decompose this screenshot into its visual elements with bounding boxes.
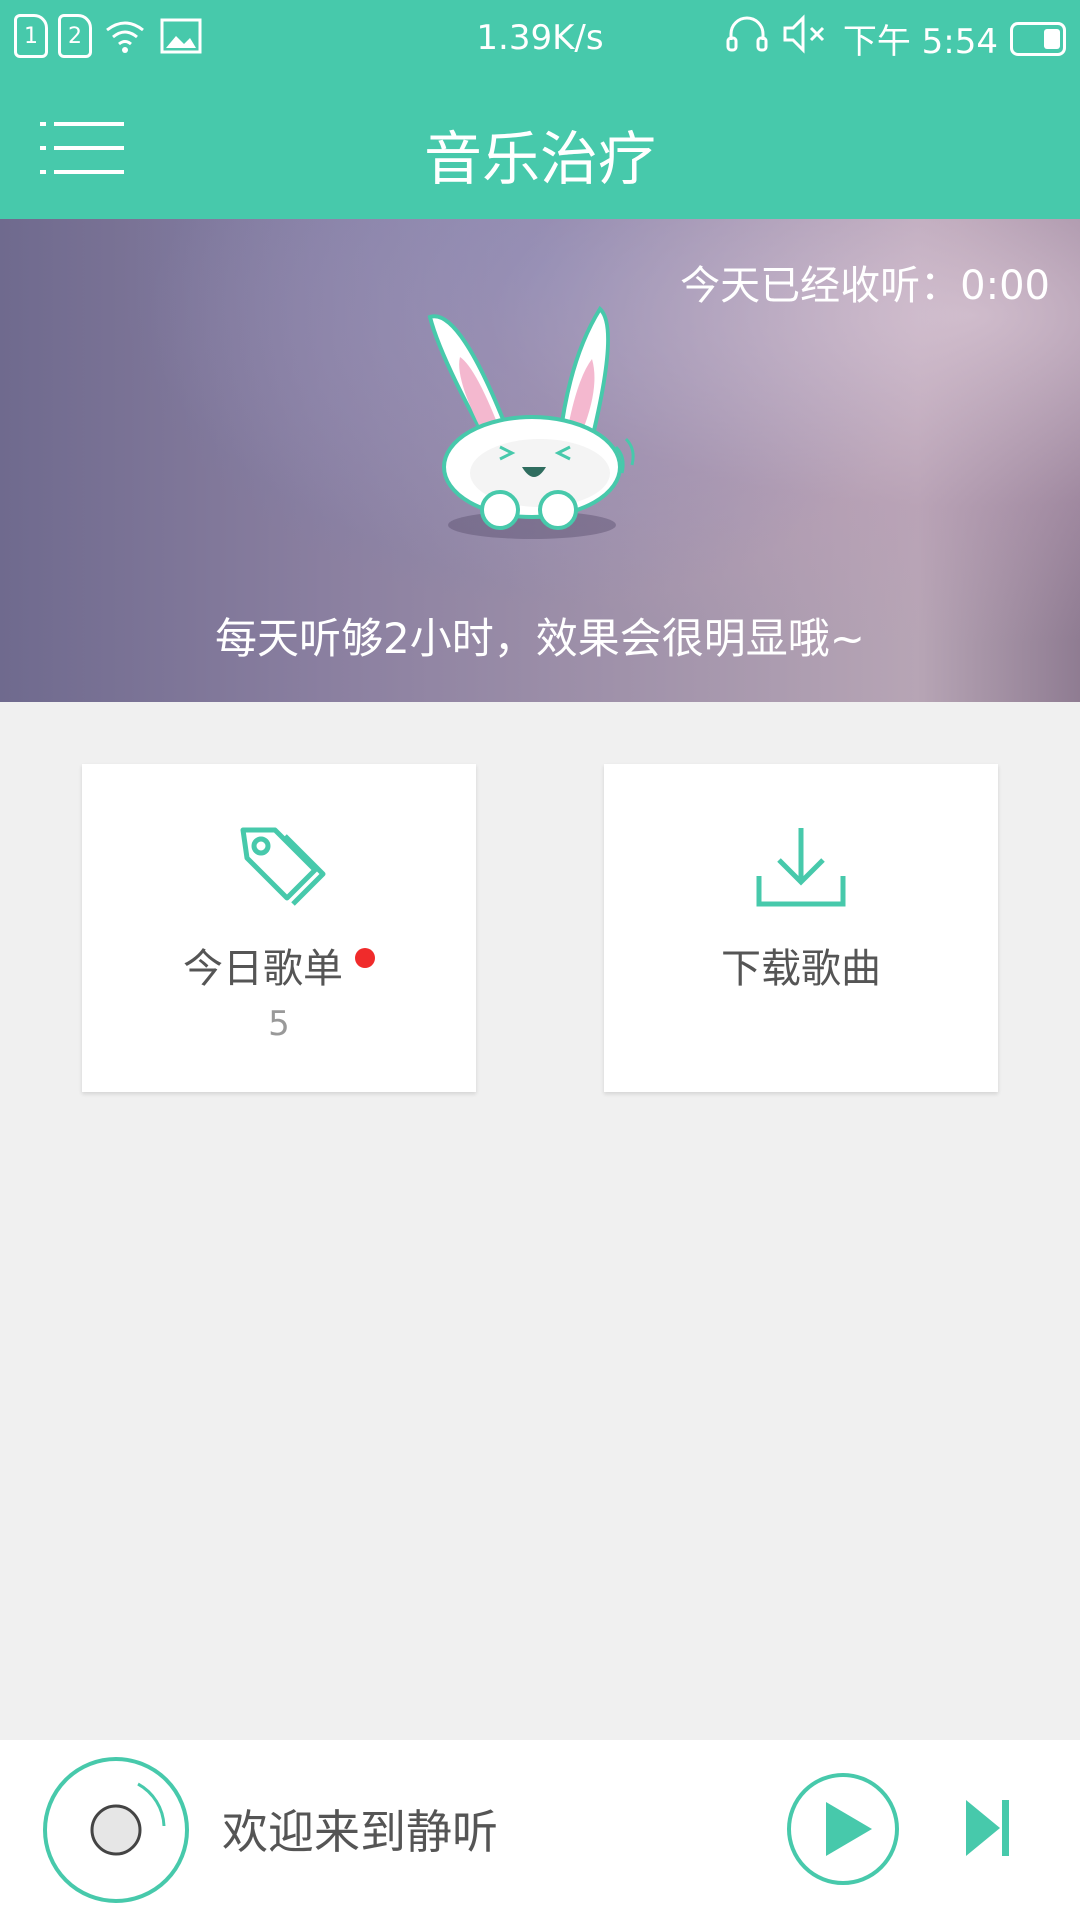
mini-player-bar: 欢迎来到静听 [0,1740,1080,1920]
headphone-icon [725,14,769,63]
listened-today-text: 今天已经收听：0:00 [680,263,1050,309]
playlist-count: 5 [268,1004,290,1044]
new-badge-dot [355,947,375,968]
status-bar: 1 2 1.39K/s 下午 5:54 [0,0,1080,76]
clock: 下午 5:54 [842,22,998,62]
card-label-text: 今日歌单 [183,946,343,992]
banner-slogan: 每天听够2小时，效果会很明显哦~ [215,614,865,663]
tag-icon [229,824,329,914]
status-right: 下午 5:54 [725,14,1066,63]
download-icon [751,824,851,914]
card-label-text: 下载歌曲 [721,946,881,992]
album-disc-icon[interactable] [42,1756,190,1904]
mute-icon [781,14,831,63]
app-bar: 音乐治疗 [0,76,1080,219]
top-bar: 1 2 1.39K/s 下午 5:54 音乐治疗 [0,0,1080,219]
card-label: 今日歌单 [82,936,476,994]
play-button[interactable] [786,1772,900,1886]
rabbit-mascot-icon [420,297,660,547]
card-label: 下载歌曲 [604,936,998,994]
battery-icon [1010,21,1066,56]
page-title: 音乐治疗 [423,125,656,193]
download-songs-card[interactable]: 下载歌曲 [604,764,998,1092]
hero-banner: 今天已经收听：0:00 每天听够2小时，效果会很明显哦~ [0,219,1080,702]
todays-playlist-card[interactable]: 今日歌单 5 [82,764,476,1092]
next-track-button[interactable] [966,1796,1010,1860]
player-status-text: 欢迎来到静听 [222,1805,498,1859]
